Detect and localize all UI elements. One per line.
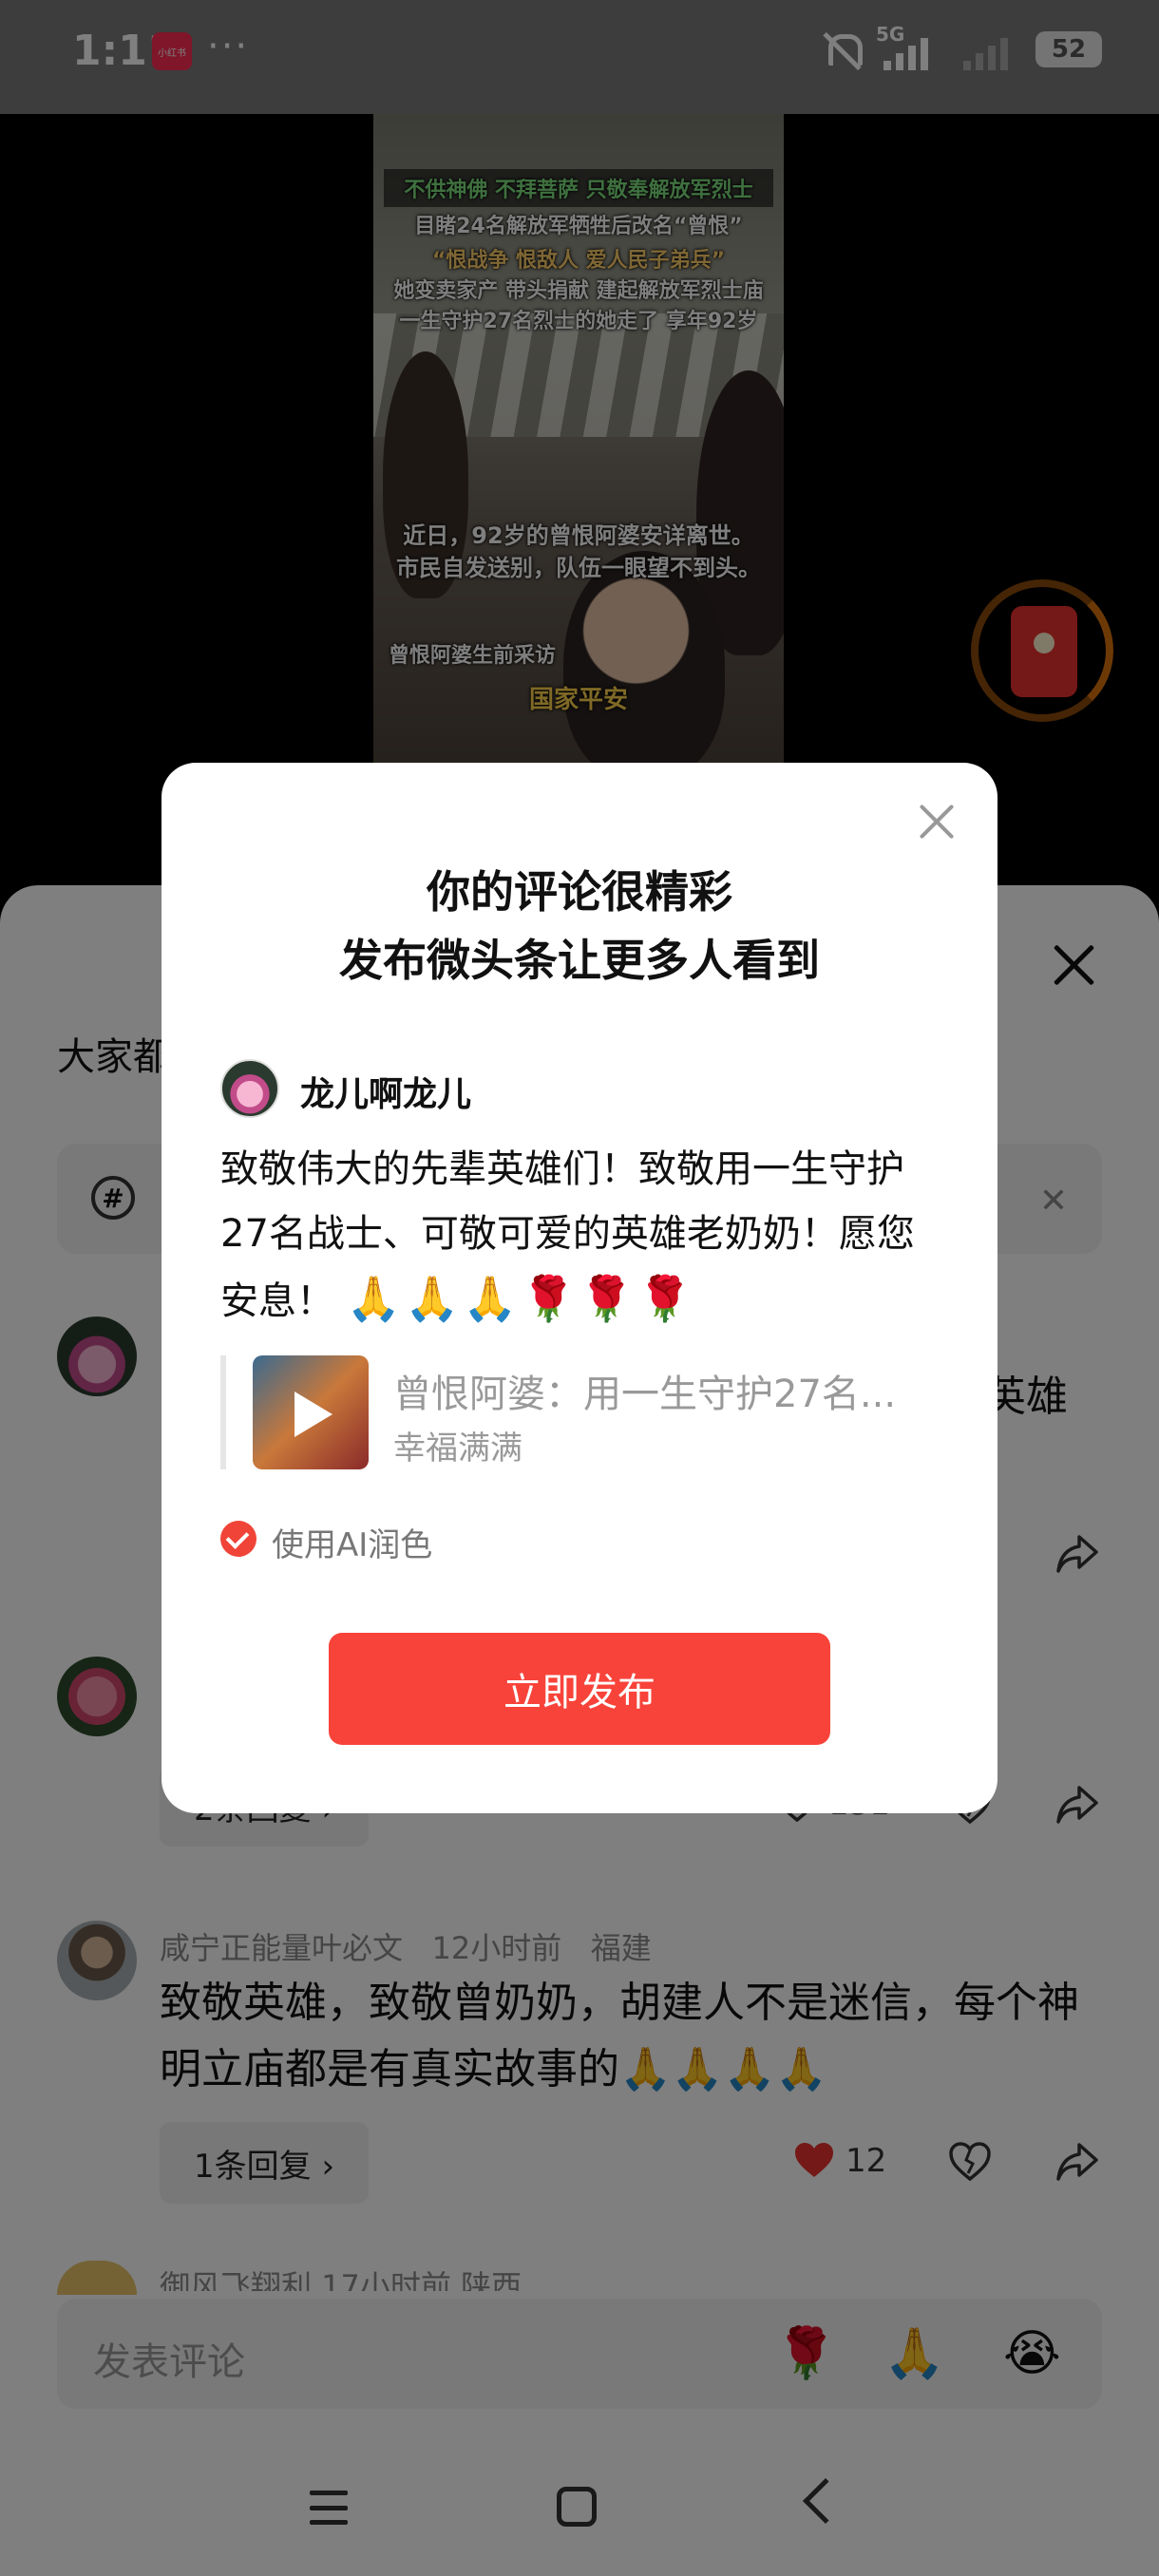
- dialog-title: 你的评论很精彩: [427, 866, 732, 918]
- ai-polish-label[interactable]: 使用AI润色: [272, 1519, 432, 1565]
- publish-button[interactable]: 立即发布: [329, 1633, 830, 1745]
- video-thumbnail: [253, 1355, 369, 1469]
- comment-preview: 致敬伟大的先辈英雄们！致敬用一生守护27名战士、可敬可爱的英雄老奶奶！愿您安息！…: [220, 1137, 952, 1334]
- checkbox-checked-icon[interactable]: [220, 1521, 256, 1557]
- username: 龙儿啊龙儿: [300, 1075, 472, 1114]
- quoted-video-title: 曾恨阿婆：用一生守护27名...: [393, 1373, 897, 1416]
- close-icon[interactable]: [918, 803, 956, 841]
- publish-dialog: 你的评论很精彩 发布微头条让更多人看到 龙儿啊龙儿 致敬伟大的先辈英雄们！致敬用…: [162, 763, 998, 1813]
- avatar: [220, 1059, 279, 1118]
- quoted-video-card[interactable]: 曾恨阿婆：用一生守护27名... 幸福满满: [220, 1355, 952, 1469]
- play-icon: [294, 1392, 332, 1437]
- dialog-subtitle: 发布微头条让更多人看到: [339, 935, 820, 986]
- quoted-video-source: 幸福满满: [393, 1430, 522, 1468]
- comment-preview-emojis: 🙏🙏🙏🌹🌹🌹: [346, 1273, 696, 1324]
